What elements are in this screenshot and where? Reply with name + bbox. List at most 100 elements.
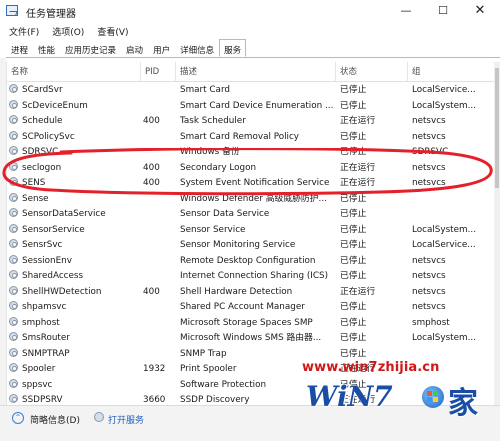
service-group: netsvcs bbox=[412, 302, 446, 312]
service-name-text: SensrSvc bbox=[22, 240, 63, 250]
service-gear-icon bbox=[9, 394, 18, 403]
service-group: netsvcs bbox=[412, 255, 446, 266]
service-name-text: shpamsvc bbox=[22, 302, 67, 312]
table-row[interactable]: SENS 400 System Event Notification Service… bbox=[7, 176, 494, 192]
table-row[interactable]: Spooler 1932 Print Spooler 正在运行 bbox=[7, 362, 494, 378]
title-bar: 任务管理器 — ☐ ✕ bbox=[0, 0, 500, 22]
menu-options[interactable]: 选项(O) bbox=[43, 22, 84, 39]
open-services-link[interactable]: 打开服务 bbox=[108, 413, 144, 426]
table-row[interactable]: Sense Windows Defender 高级威胁防护... 已停止 bbox=[7, 192, 494, 208]
vertical-scrollbar[interactable] bbox=[494, 62, 500, 405]
service-status: 已停止 bbox=[340, 255, 367, 266]
service-status: 已停止 bbox=[340, 348, 367, 359]
service-name: Spooler bbox=[9, 362, 141, 378]
collapse-icon[interactable]: ⌃ bbox=[12, 412, 24, 424]
service-description: Windows Defender 高级威胁防护... bbox=[180, 193, 327, 204]
service-description: SNMP Trap bbox=[180, 348, 227, 359]
service-name-text: Schedule bbox=[22, 116, 63, 126]
tab-users[interactable]: 用户 bbox=[148, 39, 175, 57]
service-status: 已停止 bbox=[340, 379, 367, 390]
service-name-text: SCPolicySvc bbox=[22, 131, 75, 142]
service-status: 已停止 bbox=[340, 100, 367, 111]
table-row[interactable]: SSDPSRV 3660 SSDP Discovery 正在运行 bbox=[7, 393, 494, 405]
tab-details[interactable]: 详细信息 bbox=[175, 39, 219, 57]
table-row[interactable]: SmsRouter Microsoft Windows SMS 路由器... 已停止… bbox=[7, 331, 494, 347]
service-description: Secondary Logon bbox=[180, 162, 257, 173]
service-description: Sensor Service bbox=[180, 224, 246, 235]
menu-view[interactable]: 查看(V) bbox=[88, 22, 128, 39]
service-name-text: SensorService bbox=[22, 224, 85, 235]
table-row[interactable]: SensorDataService Sensor Data Service 已停止 bbox=[7, 207, 494, 223]
service-name: smphost bbox=[9, 316, 141, 332]
service-status: 已停止 bbox=[340, 302, 367, 312]
service-description: System Event Notification Service bbox=[180, 178, 330, 188]
fewer-details-button[interactable]: 简略信息(D) bbox=[30, 413, 80, 426]
service-description: Sensor Monitoring Service bbox=[180, 240, 296, 250]
table-row[interactable]: SDRSVC Windows 备份 已停止 SDRSVC bbox=[7, 145, 494, 161]
service-name-text: sppsvc bbox=[22, 379, 53, 390]
service-description: SSDP Discovery bbox=[180, 395, 250, 405]
service-description: Remote Desktop Configuration bbox=[180, 255, 316, 266]
service-group: LocalService... bbox=[412, 85, 476, 95]
service-gear-icon bbox=[9, 223, 18, 233]
service-pid: 400 bbox=[143, 162, 160, 173]
table-row[interactable]: sppsvc Software Protection 已停止 bbox=[7, 378, 494, 394]
column-header-description[interactable]: 描述 bbox=[176, 62, 336, 82]
service-name-text: ShellHWDetection bbox=[22, 286, 102, 297]
service-status: 已停止 bbox=[340, 85, 367, 95]
service-gear-icon bbox=[9, 347, 18, 357]
tab-performance[interactable]: 性能 bbox=[33, 39, 60, 57]
service-group: netsvcs bbox=[412, 286, 446, 297]
table-row[interactable]: SensrSvc Sensor Monitoring Service 已停止 Loca… bbox=[7, 238, 494, 254]
table-row[interactable]: SCPolicySvc Smart Card Removal Policy 已停止 n… bbox=[7, 130, 494, 146]
tab-processes[interactable]: 进程 bbox=[6, 39, 33, 57]
window-title: 任务管理器 bbox=[26, 9, 76, 20]
service-status: 已停止 bbox=[340, 147, 367, 157]
footer-bar: ⌃ 简略信息(D) 打开服务 bbox=[0, 405, 500, 441]
column-header-status[interactable]: 状态 bbox=[336, 62, 408, 82]
table-row[interactable]: ScDeviceEnum Smart Card Device Enumeratio… bbox=[7, 99, 494, 115]
service-name-text: smphost bbox=[22, 317, 60, 328]
service-status: 已停止 bbox=[340, 193, 367, 204]
service-gear-icon bbox=[9, 254, 18, 264]
service-status: 已停止 bbox=[340, 240, 367, 250]
service-name: SENS bbox=[9, 176, 141, 192]
minimize-button[interactable]: — bbox=[391, 2, 421, 20]
table-row[interactable]: smphost Microsoft Storage Spaces SMP 已停止 sm… bbox=[7, 316, 494, 332]
service-status: 已停止 bbox=[340, 333, 367, 343]
service-group: LocalService... bbox=[412, 240, 476, 250]
service-status: 正在运行 bbox=[340, 162, 376, 173]
service-name: SensorService bbox=[9, 223, 141, 239]
column-header-group[interactable]: 组 bbox=[408, 62, 494, 82]
column-header-name[interactable]: 名称 bbox=[7, 62, 141, 82]
tab-app-history[interactable]: 应用历史记录 bbox=[60, 39, 121, 57]
scrollbar-thumb[interactable] bbox=[495, 68, 499, 188]
table-row[interactable]: SessionEnv Remote Desktop Configuration 已停… bbox=[7, 254, 494, 270]
service-name-text: Sense bbox=[22, 193, 49, 204]
maximize-button[interactable]: ☐ bbox=[428, 2, 458, 20]
table-row[interactable]: shpamsvc Shared PC Account Manager 已停止 nets… bbox=[7, 300, 494, 316]
table-row[interactable]: SCardSvr Smart Card 已停止 LocalService... bbox=[7, 83, 494, 99]
table-row[interactable]: SharedAccess Internet Connection Sharing … bbox=[7, 269, 494, 285]
column-header-pid[interactable]: PID bbox=[141, 62, 176, 82]
service-description: Task Scheduler bbox=[180, 116, 246, 126]
menu-file[interactable]: 文件(F) bbox=[0, 22, 39, 39]
service-description: Shared PC Account Manager bbox=[180, 302, 305, 312]
service-gear-icon bbox=[9, 316, 18, 326]
table-row[interactable]: SNMPTRAP SNMP Trap 已停止 bbox=[7, 347, 494, 363]
table-row[interactable]: ShellHWDetection 400 Shell Hardware Detect… bbox=[7, 285, 494, 301]
tab-services[interactable]: 服务 bbox=[219, 39, 247, 57]
service-group: smphost bbox=[412, 317, 450, 328]
service-name: Sense bbox=[9, 192, 141, 208]
service-name: sppsvc bbox=[9, 378, 141, 394]
table-row[interactable]: SensorService Sensor Service 已停止 LocalSyste… bbox=[7, 223, 494, 239]
service-name: SharedAccess bbox=[9, 269, 141, 285]
service-status: 已停止 bbox=[340, 209, 367, 219]
service-name: ScDeviceEnum bbox=[9, 99, 141, 115]
table-row[interactable]: Schedule 400 Task Scheduler 正在运行 netsvcs bbox=[7, 114, 494, 130]
service-name: SessionEnv bbox=[9, 254, 141, 270]
service-gear-icon bbox=[9, 363, 18, 372]
table-row[interactable]: seclogon 400 Secondary Logon 正在运行 netsvcs bbox=[7, 161, 494, 177]
close-button[interactable]: ✕ bbox=[465, 2, 495, 20]
tab-startup[interactable]: 启动 bbox=[121, 39, 148, 57]
